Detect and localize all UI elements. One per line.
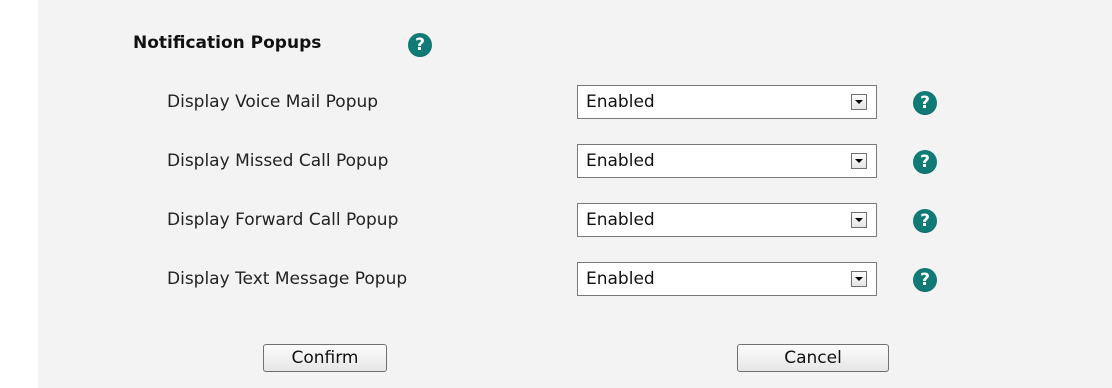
section-title: Notification Popups (133, 33, 322, 53)
forward-call-help-icon[interactable]: ? (913, 209, 937, 233)
text-message-popup-select[interactable]: Enabled (577, 262, 877, 296)
chevron-down-icon[interactable] (851, 94, 867, 110)
select-value: Enabled (586, 269, 655, 289)
chevron-down-icon[interactable] (851, 212, 867, 228)
missed-call-popup-select[interactable]: Enabled (577, 144, 877, 178)
select-value: Enabled (586, 210, 655, 230)
text-message-popup-label: Display Text Message Popup (167, 269, 408, 289)
missed-call-help-icon[interactable]: ? (913, 150, 937, 174)
cancel-button[interactable]: Cancel (737, 344, 889, 372)
missed-call-popup-label: Display Missed Call Popup (167, 151, 389, 171)
settings-panel (38, 0, 1112, 388)
forward-call-popup-select[interactable]: Enabled (577, 203, 877, 237)
select-value: Enabled (586, 151, 655, 171)
voice-mail-popup-label: Display Voice Mail Popup (167, 92, 379, 112)
chevron-down-icon[interactable] (851, 271, 867, 287)
forward-call-popup-label: Display Forward Call Popup (167, 210, 399, 230)
select-value: Enabled (586, 92, 655, 112)
section-help-icon[interactable]: ? (408, 33, 432, 57)
confirm-button[interactable]: Confirm (263, 344, 387, 372)
voice-mail-help-icon[interactable]: ? (913, 91, 937, 115)
chevron-down-icon[interactable] (851, 153, 867, 169)
text-message-help-icon[interactable]: ? (913, 268, 937, 292)
voice-mail-popup-select[interactable]: Enabled (577, 85, 877, 119)
